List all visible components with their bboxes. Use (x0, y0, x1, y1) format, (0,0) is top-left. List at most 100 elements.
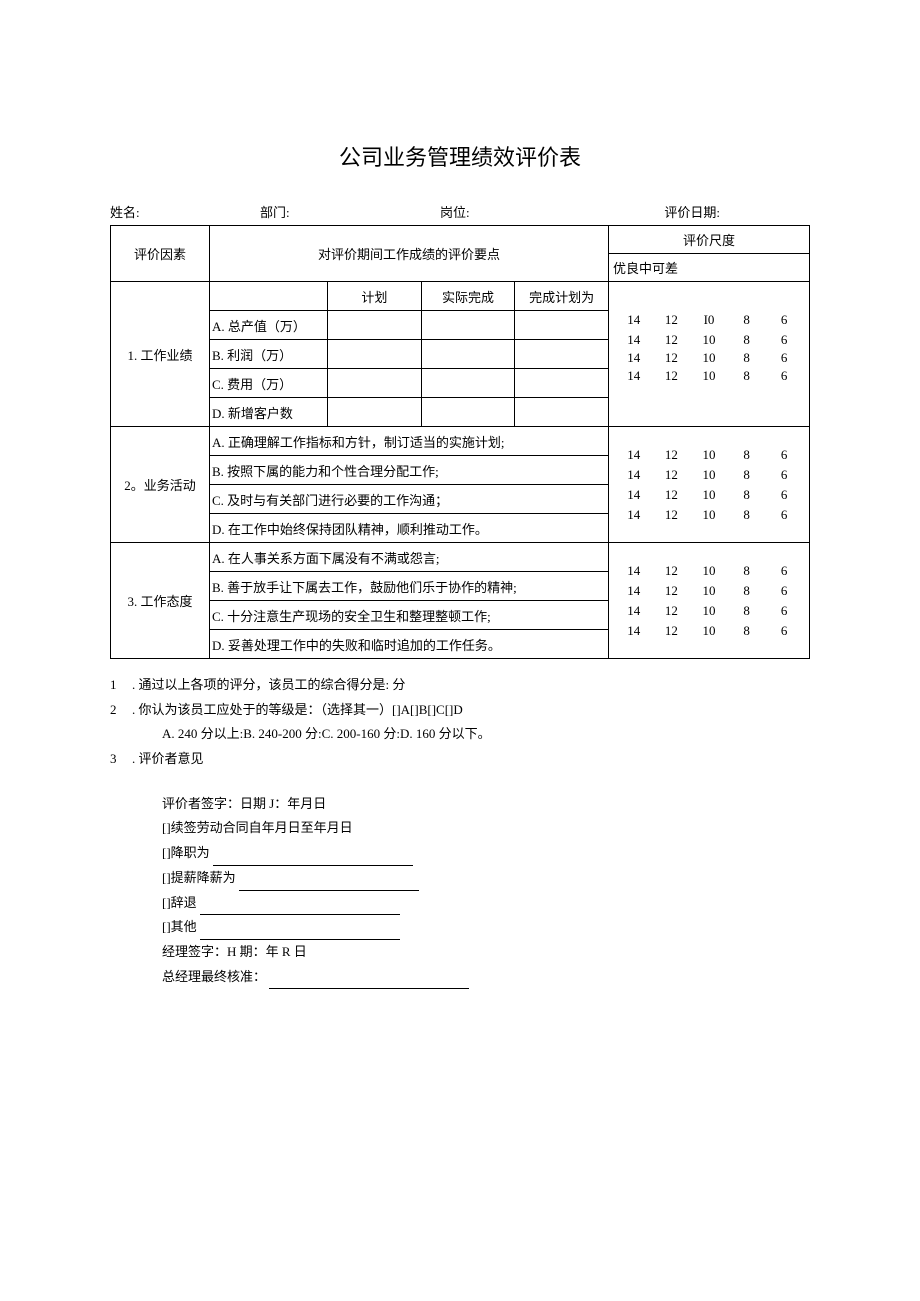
score-row[interactable]: 14 12 10 8 6 (609, 561, 809, 581)
table-cell[interactable] (515, 369, 608, 397)
score-val: 8 (733, 507, 761, 523)
score-val: 8 (733, 603, 761, 619)
note1: . 通过以上各项的评分，该员工的综合得分是: 分 (132, 677, 405, 692)
score-row[interactable]: 14 12 I0 8 6 (609, 310, 809, 330)
score-val: 10 (695, 623, 723, 639)
sec1-label: 1. 工作业绩 (111, 282, 210, 427)
score-val: 14 (620, 583, 648, 599)
score-val: 6 (770, 487, 798, 503)
page-title: 公司业务管理绩效评价表 (110, 140, 810, 172)
score-row[interactable]: 14 12 10 8 6 (609, 621, 809, 641)
score-val: 6 (770, 563, 798, 579)
score-val: 14 (620, 487, 648, 503)
table-cell[interactable] (422, 340, 516, 368)
score-val: 14 (620, 507, 648, 523)
table-cell[interactable] (328, 369, 422, 397)
score-val: 8 (733, 467, 761, 483)
score-val: 12 (657, 350, 685, 364)
table-cell[interactable] (515, 340, 608, 368)
score-val: 8 (733, 447, 761, 463)
score-val: 14 (620, 368, 648, 384)
evaluation-table: 评价因素 对评价期间工作成绩的评价要点 评价尺度 优良中可差 1. 工作业绩 计… (110, 225, 810, 659)
table-cell[interactable] (422, 311, 516, 339)
score-row[interactable]: 14 12 10 8 6 (609, 366, 809, 386)
sec3-row-d: D. 妥善处理工作中的失败和临时追加的工作任务。 (210, 630, 608, 658)
score-row[interactable]: 14 12 10 8 6 (609, 601, 809, 621)
score-val: 12 (657, 507, 685, 523)
sec2-scores: 14 12 10 8 6 14 12 10 8 6 14 12 10 (609, 427, 810, 543)
score-val: 8 (733, 350, 761, 364)
blank-line[interactable] (239, 876, 419, 891)
score-val: 10 (695, 603, 723, 619)
table-cell[interactable] (328, 311, 422, 339)
score-val: 14 (620, 603, 648, 619)
signature-block: 评价者签字：日期 J：年月日 []续签劳动合同自年月日至年月日 []降职为 []… (110, 792, 810, 990)
table-cell[interactable] (515, 311, 608, 339)
score-val: 10 (695, 507, 723, 523)
sec3-row-b: B. 善于放手让下属去工作，鼓励他们乐于协作的精神; (210, 572, 608, 601)
score-row[interactable]: 14 12 10 8 6 (609, 581, 809, 601)
score-row[interactable]: 14 12 10 8 6 (609, 465, 809, 485)
sec2-label: 2。业务活动 (111, 427, 210, 543)
sig-line6: []其他 (162, 919, 197, 934)
score-row[interactable]: 14 12 10 8 6 (609, 505, 809, 525)
sec2-row-a: A. 正确理解工作指标和方针，制订适当的实施计划; (210, 427, 608, 456)
scale-levels: 优良中可差 (609, 254, 810, 282)
score-val: 12 (657, 467, 685, 483)
score-val: 10 (695, 583, 723, 599)
score-row[interactable]: 14 12 10 8 6 (609, 330, 809, 348)
sec3-scores: 14 12 10 8 6 14 12 10 8 6 14 12 10 (609, 543, 810, 659)
page: 公司业务管理绩效评价表 姓名: 部门: 岗位: 评价日期: 评价因素 对评价期间… (0, 0, 920, 1301)
score-val: 14 (620, 563, 648, 579)
score-row[interactable]: 14 12 10 8 6 (609, 485, 809, 505)
col-scale: 评价尺度 (609, 226, 810, 254)
form-header-line: 姓名: 部门: 岗位: 评价日期: (110, 202, 810, 221)
sec1-content: 计划 实际完成 完成计划为 A. 总产值（万） B. 利润（万） (210, 282, 609, 427)
sec3-label: 3. 工作态度 (111, 543, 210, 659)
score-val: 12 (657, 487, 685, 503)
col-points: 对评价期间工作成绩的评价要点 (210, 226, 609, 282)
score-val: 10 (695, 487, 723, 503)
table-cell[interactable] (328, 340, 422, 368)
blank-line[interactable] (213, 851, 413, 866)
sec1-row-a: A. 总产值（万） (210, 311, 328, 339)
sec2-content: A. 正确理解工作指标和方针，制订适当的实施计划; B. 按照下属的能力和个性合… (210, 427, 609, 543)
score-val: 6 (770, 623, 798, 639)
score-val: 10 (695, 332, 723, 346)
score-val: 8 (733, 312, 761, 328)
blank-line[interactable] (200, 925, 400, 940)
notes-block: 1. 通过以上各项的评分，该员工的综合得分是: 分 2. 你认为该员工应处于的等… (110, 673, 810, 772)
sec2-row-c: C. 及时与有关部门进行必要的工作沟通； (210, 485, 608, 514)
score-val: 6 (770, 603, 798, 619)
table-cell[interactable] (422, 369, 516, 397)
score-row[interactable]: 14 12 10 8 6 (609, 348, 809, 366)
score-val: 14 (620, 312, 648, 328)
sec1-head-ratio: 完成计划为 (515, 282, 608, 310)
sig-line8: 总经理最终核准： (162, 969, 266, 984)
sig-line1: 评价者签字：日期 J：年月日 (162, 792, 810, 817)
table-cell[interactable] (515, 398, 608, 426)
note2-num: 2 (110, 698, 132, 723)
table-cell[interactable] (422, 398, 516, 426)
table-cell[interactable] (328, 398, 422, 426)
score-val: 8 (733, 583, 761, 599)
blank-line[interactable] (200, 900, 400, 915)
score-val: 12 (657, 583, 685, 599)
sec1-head-actual: 实际完成 (422, 282, 516, 310)
score-val: 8 (733, 563, 761, 579)
score-val: 6 (770, 467, 798, 483)
sec3-row-c: C. 十分注意生产现场的安全卫生和整理整顿工作; (210, 601, 608, 630)
sig-line4: []提薪降薪为 (162, 870, 236, 885)
score-val: I0 (695, 312, 723, 328)
blank-line[interactable] (269, 974, 469, 989)
score-val: 12 (657, 623, 685, 639)
note1-num: 1 (110, 673, 132, 698)
score-val: 12 (657, 332, 685, 346)
sec3-content: A. 在人事关系方面下属没有不满或怨言; B. 善于放手让下属去工作，鼓励他们乐… (210, 543, 609, 659)
sig-line3: []降职为 (162, 845, 210, 860)
sec1-head-plan: 计划 (328, 282, 422, 310)
sig-line2: []续签劳动合同自年月日至年月日 (162, 816, 810, 841)
sec1-scores: 14 12 I0 8 6 14 12 10 8 6 14 12 10 (609, 282, 810, 427)
score-row[interactable]: 14 12 10 8 6 (609, 445, 809, 465)
score-val: 8 (733, 332, 761, 346)
